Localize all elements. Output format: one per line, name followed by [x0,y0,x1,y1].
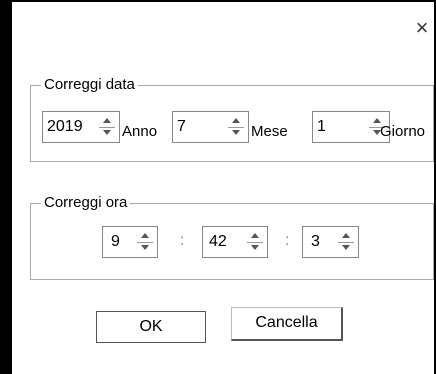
arrow-up-icon [342,233,350,238]
arrow-down-icon [141,245,149,250]
second-spin-down[interactable] [336,242,356,254]
day-label: Giorno [380,123,426,140]
hour-spinner[interactable] [135,230,155,254]
window-frame-left [0,0,12,374]
ok-button[interactable]: OK [96,311,206,343]
arrow-down-icon [342,245,350,250]
time-group-title: Correggi ora [41,192,131,214]
year-spinner[interactable] [97,115,117,139]
hour-spin-up[interactable] [135,230,155,242]
minute-field[interactable]: 42 [202,226,268,258]
arrow-up-icon [251,233,259,238]
date-time-dialog: × Correggi data 2019 Anno 7 Mese 1 Giorn… [12,2,434,374]
arrow-down-icon [103,130,111,135]
second-spinner[interactable] [336,230,356,254]
date-group-title: Correggi data [41,74,138,96]
arrow-down-icon [251,245,259,250]
arrow-up-icon [232,118,240,123]
second-spin-up[interactable] [336,230,356,242]
year-field[interactable]: 2019 [42,111,120,143]
year-spin-up[interactable] [97,115,117,127]
month-spin-up[interactable] [226,115,246,127]
month-field[interactable]: 7 [172,111,249,143]
hour-spin-down[interactable] [135,242,155,254]
arrow-up-icon [103,118,111,123]
year-spin-down[interactable] [97,127,117,139]
day-value: 1 [317,118,326,135]
arrow-down-icon [232,130,240,135]
month-value: 7 [177,118,186,135]
time-separator: : [285,232,290,249]
minute-value: 42 [209,233,227,250]
year-value: 2019 [47,118,83,135]
year-label: Anno [122,123,158,140]
minute-spin-up[interactable] [245,230,265,242]
month-spin-down[interactable] [226,127,246,139]
hour-value: 9 [111,233,120,250]
time-separator: : [180,232,185,249]
arrow-up-icon [141,233,149,238]
close-icon[interactable]: × [410,16,434,40]
month-spinner[interactable] [226,115,246,139]
day-field[interactable]: 1 [312,111,390,143]
cancel-button[interactable]: Cancella [231,307,343,341]
minute-spinner[interactable] [245,230,265,254]
hour-field[interactable]: 9 [102,226,158,258]
minute-spin-down[interactable] [245,242,265,254]
month-label: Mese [251,123,288,140]
second-field[interactable]: 3 [302,226,359,258]
second-value: 3 [311,233,320,250]
